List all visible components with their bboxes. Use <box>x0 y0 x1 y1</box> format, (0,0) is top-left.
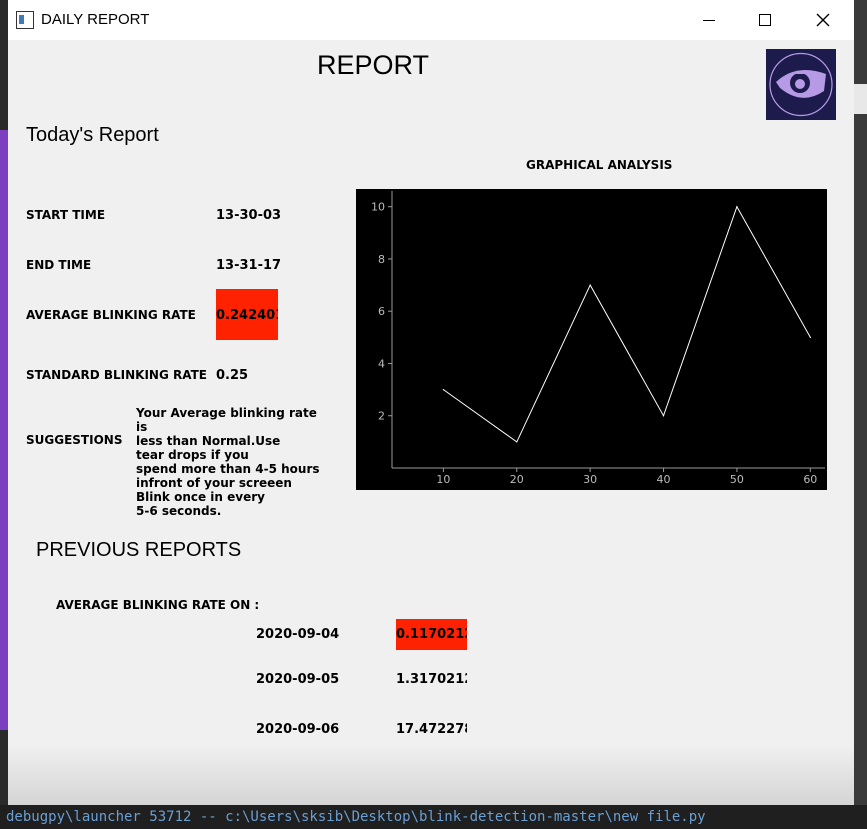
previous-date-2: 2020-09-05 <box>256 672 340 687</box>
background-editor-left <box>0 0 8 829</box>
report-window: DAILY REPORT REPORT Today's Report START… <box>8 0 854 805</box>
minimize-button[interactable] <box>680 0 738 40</box>
previous-value-1: 0.11702127 <box>396 619 467 650</box>
chart-data-point <box>442 389 444 391</box>
close-button[interactable] <box>794 0 852 40</box>
chart-data-point <box>662 415 665 417</box>
chart-x-tick-label: 10 <box>436 473 450 486</box>
maximize-icon <box>759 14 771 26</box>
previous-date-1: 2020-09-04 <box>256 627 340 642</box>
blink-rate-line-chart: 2 4 6 8 10 10 20 30 40 50 60 <box>356 189 827 490</box>
average-blinking-rate-badge: 0.242401 <box>216 289 278 340</box>
chart-y-tick-label: 2 <box>378 410 385 423</box>
suggestions-label: SUGGESTIONS <box>26 433 123 447</box>
background-editor-right <box>854 0 867 829</box>
minimize-icon <box>703 19 715 21</box>
chart-x-tick-label: 20 <box>510 473 524 486</box>
window-bottom-fade <box>8 745 854 805</box>
chart-background <box>356 189 827 490</box>
chart-data-point <box>809 336 811 338</box>
eye-logo-icon <box>766 49 836 120</box>
chart-y-tick-label: 10 <box>371 201 385 214</box>
previous-value-3: 17.4722785 <box>396 722 467 737</box>
chart-data-point <box>736 206 738 208</box>
close-icon <box>816 13 830 27</box>
report-title: REPORT <box>317 50 430 80</box>
chart-x-tick-label: 30 <box>583 473 597 486</box>
app-window-icon <box>16 11 34 29</box>
todays-report-heading: Today's Report <box>26 124 159 146</box>
chart-y-tick-label: 4 <box>378 357 385 370</box>
previous-date-3: 2020-09-06 <box>256 722 340 737</box>
chart-x-tick-label: 50 <box>730 473 744 486</box>
window-title: DAILY REPORT <box>41 11 150 28</box>
end-time-value: 13-31-17 <box>216 258 282 273</box>
title-bar: DAILY REPORT <box>8 0 854 40</box>
maximize-button[interactable] <box>736 0 794 40</box>
graph-title: GRAPHICAL ANALYSIS <box>526 158 673 172</box>
previous-value-2: 1.31702127 <box>396 672 467 687</box>
previous-average-label: AVERAGE BLINKING RATE ON : <box>56 598 260 612</box>
standard-blinking-rate-value: 0.25 <box>216 368 249 383</box>
background-editor-tab <box>854 84 867 114</box>
chart-x-tick-label: 40 <box>657 473 671 486</box>
chart-data-point <box>589 284 591 286</box>
end-time-label: END TIME <box>26 258 92 272</box>
start-time-label: START TIME <box>26 208 106 222</box>
background-editor-accent <box>0 130 8 730</box>
previous-reports-heading: PREVIOUS REPORTS <box>36 539 242 561</box>
average-blinking-rate-value: 0.242401 <box>216 308 278 323</box>
chart-x-tick-label: 60 <box>803 473 817 486</box>
standard-blinking-rate-label: STANDARD BLINKING RATE <box>26 368 207 382</box>
background-terminal-line: debugpy\launcher 53712 -- c:\Users\sksib… <box>0 805 867 829</box>
average-blinking-rate-label: AVERAGE BLINKING RATE <box>26 308 196 322</box>
start-time-value: 13-30-03 <box>216 208 282 223</box>
suggestions-text: Your Average blinking rate is less than … <box>136 406 320 518</box>
chart-y-tick-label: 8 <box>378 253 385 266</box>
chart-data-point <box>516 441 518 443</box>
chart-y-tick-label: 6 <box>378 305 385 318</box>
